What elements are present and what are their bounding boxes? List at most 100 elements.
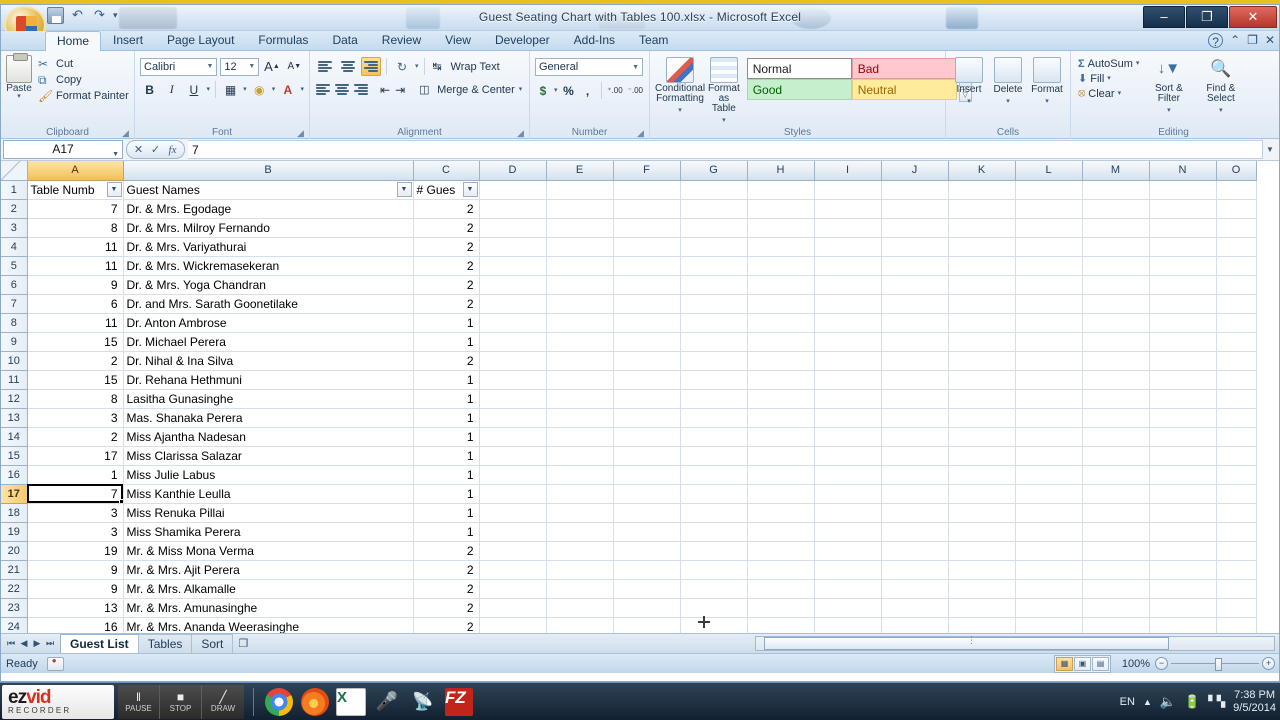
delete-dropdown-arrow[interactable]: ▾ [1006,98,1010,105]
underline-dropdown-arrow[interactable]: ▾ [206,87,210,93]
find-select-button[interactable]: 🔍 Find & Select ▾ [1196,56,1245,115]
cell-n20[interactable] [1149,541,1216,560]
cell-g8[interactable] [680,313,747,332]
autosum-button[interactable]: Σ AutoSum ▾ [1076,57,1141,71]
cell-e17[interactable] [546,484,613,503]
cell-k21[interactable] [948,560,1015,579]
cell-k22[interactable] [948,579,1015,598]
cell-m11[interactable] [1082,370,1149,389]
cell-e2[interactable] [546,199,613,218]
column-header-g[interactable]: G [680,161,747,180]
cell-a4[interactable]: 11 [27,237,123,256]
cell-j22[interactable] [881,579,948,598]
cell-h16[interactable] [747,465,814,484]
row-header-2[interactable]: 2 [1,199,27,218]
cell-c20[interactable]: 2 [413,541,479,560]
cell-i9[interactable] [814,332,881,351]
zoom-slider[interactable]: − + [1155,657,1275,670]
cell-j5[interactable] [881,256,948,275]
cell-g16[interactable] [680,465,747,484]
cell-e21[interactable] [546,560,613,579]
underline-button[interactable]: U [184,80,203,99]
cell-a12[interactable]: 8 [27,389,123,408]
cell-b18[interactable]: Miss Renuka Pillai [123,503,413,522]
font-size-select[interactable]: 12 ▼ [220,58,259,76]
horizontal-scrollbar[interactable] [755,636,1275,651]
cell-o13[interactable] [1216,408,1256,427]
cell-d3[interactable] [479,218,546,237]
cell-c5[interactable]: 2 [413,256,479,275]
cell-m9[interactable] [1082,332,1149,351]
cell-h6[interactable] [747,275,814,294]
cell-k23[interactable] [948,598,1015,617]
cell-l22[interactable] [1015,579,1082,598]
cell-g13[interactable] [680,408,747,427]
cell-e9[interactable] [546,332,613,351]
select-all-corner[interactable] [1,161,27,180]
fill-button[interactable]: ⬇ Fill ▾ [1076,71,1141,86]
cut-button[interactable]: Cut [35,56,132,72]
column-header-k[interactable]: K [948,161,1015,180]
cell-g9[interactable] [680,332,747,351]
record-macro-icon[interactable] [47,657,64,671]
cell-o16[interactable] [1216,465,1256,484]
cell-f3[interactable] [613,218,680,237]
cell-e10[interactable] [546,351,613,370]
cell-f4[interactable] [613,237,680,256]
cell-b22[interactable]: Mr. & Mrs. Alkamalle [123,579,413,598]
cell-j6[interactable] [881,275,948,294]
cell-g1[interactable] [680,180,747,199]
cell-d21[interactable] [479,560,546,579]
cell-d13[interactable] [479,408,546,427]
cell-k1[interactable] [948,180,1015,199]
cell-m20[interactable] [1082,541,1149,560]
cell-b21[interactable]: Mr. & Mrs. Ajit Perera [123,560,413,579]
grow-font-button[interactable]: A▲ [262,57,281,76]
cell-c8[interactable]: 1 [413,313,479,332]
tab-view[interactable]: View [433,30,483,51]
cell-k2[interactable] [948,199,1015,218]
cell-d22[interactable] [479,579,546,598]
cell-h12[interactable] [747,389,814,408]
cell-l9[interactable] [1015,332,1082,351]
cell-o18[interactable] [1216,503,1256,522]
cell-o23[interactable] [1216,598,1256,617]
cell-c9[interactable]: 1 [413,332,479,351]
cell-b14[interactable]: Miss Ajantha Nadesan [123,427,413,446]
cell-n13[interactable] [1149,408,1216,427]
bold-button[interactable]: B [140,80,159,99]
volume-icon[interactable]: 🔈 [1160,694,1176,710]
row-header-20[interactable]: 20 [1,541,27,560]
tab-page-layout[interactable]: Page Layout [155,30,246,51]
cell-h17[interactable] [747,484,814,503]
row-header-21[interactable]: 21 [1,560,27,579]
cell-l10[interactable] [1015,351,1082,370]
network-icon[interactable]: ▘▚ [1208,695,1225,708]
cell-n4[interactable] [1149,237,1216,256]
worksheet-grid[interactable]: A B C D E F G H I J K L M N O 1 [1,161,1279,633]
cell-e7[interactable] [546,294,613,313]
cell-b15[interactable]: Miss Clarissa Salazar [123,446,413,465]
cell-l2[interactable] [1015,199,1082,218]
cell-e11[interactable] [546,370,613,389]
cell-h3[interactable] [747,218,814,237]
cell-i13[interactable] [814,408,881,427]
cell-a9[interactable]: 15 [27,332,123,351]
row-header-6[interactable]: 6 [1,275,27,294]
cell-h8[interactable] [747,313,814,332]
cell-b9[interactable]: Dr. Michael Perera [123,332,413,351]
cell-b1[interactable]: Guest Names ▼ [123,180,413,199]
cell-e20[interactable] [546,541,613,560]
cell-f6[interactable] [613,275,680,294]
cell-e4[interactable] [546,237,613,256]
cell-k12[interactable] [948,389,1015,408]
clipboard-dialog-launcher[interactable]: ◢ [122,129,131,138]
cell-d7[interactable] [479,294,546,313]
cell-f18[interactable] [613,503,680,522]
cell-h2[interactable] [747,199,814,218]
cell-b20[interactable]: Mr. & Miss Mona Verma [123,541,413,560]
cell-n6[interactable] [1149,275,1216,294]
cell-c24[interactable]: 2 [413,617,479,633]
cell-k16[interactable] [948,465,1015,484]
cell-n21[interactable] [1149,560,1216,579]
